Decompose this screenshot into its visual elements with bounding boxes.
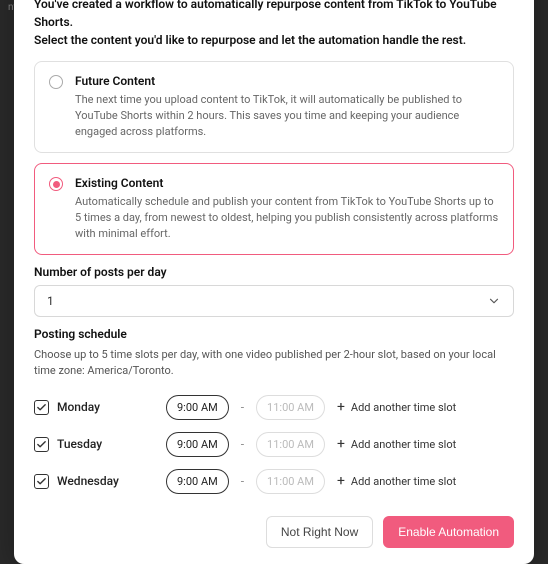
- schedule-row: Monday 9:00 AM-11:00 AM + Add another time …: [34, 389, 514, 426]
- option-desc: The next time you upload content to TikT…: [75, 92, 499, 140]
- day-label: Tuesday: [57, 437, 102, 451]
- day-toggle[interactable]: Tuesday: [34, 437, 154, 452]
- checkbox-icon: [34, 400, 49, 415]
- intro-line-1: You've created a workflow to automatical…: [34, 0, 514, 31]
- add-time-slot-button[interactable]: + Add another time slot: [337, 400, 456, 414]
- option-existing-content[interactable]: Existing Content Automatically schedule …: [34, 163, 514, 255]
- time-end-input[interactable]: 11:00 AM: [256, 432, 325, 457]
- plus-icon: +: [337, 437, 345, 451]
- intro-line-2: Select the content you'd like to repurpo…: [34, 31, 514, 49]
- posting-schedule-label: Posting schedule: [34, 327, 514, 341]
- add-slot-label: Add another time slot: [351, 401, 456, 414]
- add-time-slot-button[interactable]: + Add another time slot: [337, 474, 456, 488]
- option-title: Future Content: [75, 74, 499, 88]
- schedule-row: Tuesday 9:00 AM-11:00 AM + Add another time…: [34, 426, 514, 463]
- dash-separator: -: [241, 474, 244, 488]
- modal-footer: Not Right Now Enable Automation: [34, 516, 514, 548]
- modal-intro: You've created a workflow to automatical…: [34, 0, 514, 49]
- time-start-input[interactable]: 9:00 AM: [166, 469, 229, 494]
- option-desc: Automatically schedule and publish your …: [75, 194, 499, 242]
- checkbox-icon: [34, 437, 49, 452]
- select-value: 1: [47, 294, 54, 308]
- radio-icon: [49, 75, 63, 89]
- day-label: Wednesday: [57, 474, 119, 488]
- day-toggle[interactable]: Wednesday: [34, 474, 154, 489]
- time-end-input[interactable]: 11:00 AM: [256, 469, 325, 494]
- option-title: Existing Content: [75, 176, 499, 190]
- plus-icon: +: [337, 474, 345, 488]
- posts-per-day-label: Number of posts per day: [34, 265, 514, 279]
- posts-per-day-select[interactable]: 1: [34, 285, 514, 317]
- schedule-row: Wednesday 9:00 AM-11:00 AM + Add another ti…: [34, 463, 514, 500]
- time-end-input[interactable]: 11:00 AM: [256, 395, 325, 420]
- add-slot-label: Add another time slot: [351, 475, 456, 488]
- add-slot-label: Add another time slot: [351, 438, 456, 451]
- workflow-modal: Your Workflow Is Almost Ready You've cre…: [14, 0, 534, 564]
- plus-icon: +: [337, 400, 345, 414]
- day-toggle[interactable]: Monday: [34, 400, 154, 415]
- option-future-content[interactable]: Future Content The next time you upload …: [34, 61, 514, 153]
- enable-automation-button[interactable]: Enable Automation: [383, 516, 514, 548]
- chevron-down-icon: [487, 294, 501, 308]
- radio-icon: [49, 177, 63, 191]
- dash-separator: -: [241, 400, 244, 414]
- add-time-slot-button[interactable]: + Add another time slot: [337, 437, 456, 451]
- day-label: Monday: [57, 400, 100, 414]
- time-start-input[interactable]: 9:00 AM: [166, 395, 229, 420]
- dash-separator: -: [241, 437, 244, 451]
- cancel-button[interactable]: Not Right Now: [266, 516, 373, 548]
- time-start-input[interactable]: 9:00 AM: [166, 432, 229, 457]
- posting-schedule-desc: Choose up to 5 time slots per day, with …: [34, 347, 514, 379]
- checkbox-icon: [34, 474, 49, 489]
